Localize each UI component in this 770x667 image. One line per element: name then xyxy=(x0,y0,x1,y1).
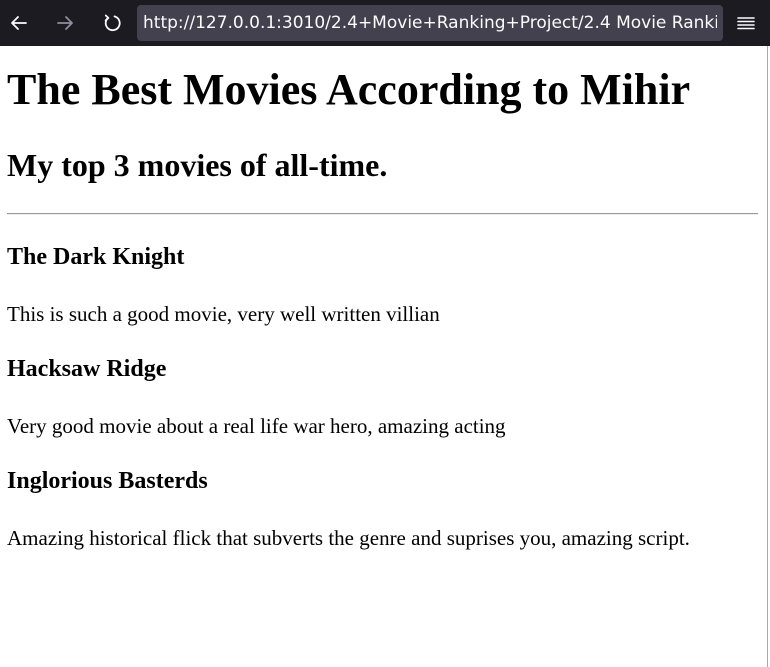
arrow-left-icon xyxy=(11,16,27,30)
reload-icon xyxy=(104,14,121,32)
movie-description: Very good movie about a real life war he… xyxy=(7,414,506,438)
movie-description: Amazing historical flick that subverts t… xyxy=(7,526,690,550)
page-content: The Best Movies According to Mihir My to… xyxy=(0,46,768,667)
hamburger-menu-icon xyxy=(737,17,755,30)
movie-description: This is such a good movie, very well wri… xyxy=(7,302,440,326)
browser-toolbar: http://127.0.0.1:3010/2.4+Movie+Ranking+… xyxy=(0,0,770,46)
forward-button[interactable] xyxy=(51,9,79,37)
page-subtitle: My top 3 movies of all-time. xyxy=(7,147,388,183)
reload-button[interactable] xyxy=(98,9,126,37)
url-bar[interactable]: http://127.0.0.1:3010/2.4+Movie+Ranking+… xyxy=(137,5,723,41)
page-title: The Best Movies According to Mihir xyxy=(7,65,691,114)
movie-title: The Dark Knight xyxy=(7,244,185,270)
back-button[interactable] xyxy=(5,9,33,37)
horizontal-rule xyxy=(7,213,758,215)
movie-title: Inglorious Basterds xyxy=(7,468,208,494)
arrow-right-icon xyxy=(57,16,73,30)
url-text: http://127.0.0.1:3010/2.4+Movie+Ranking+… xyxy=(143,13,717,33)
movie-title: Hacksaw Ridge xyxy=(7,356,167,382)
menu-button[interactable] xyxy=(734,11,758,35)
